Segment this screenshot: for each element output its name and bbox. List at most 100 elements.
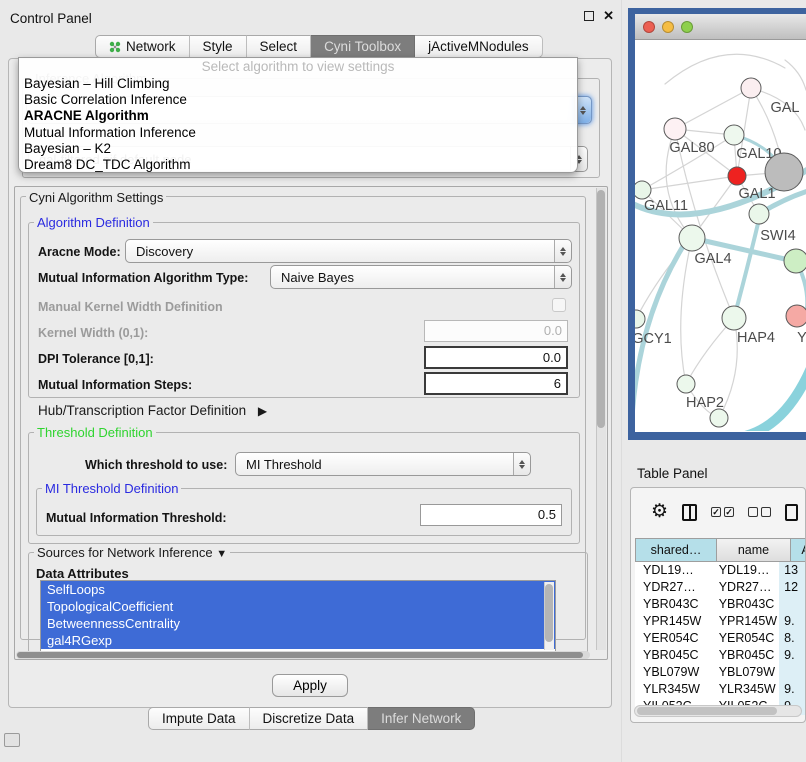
network-edge[interactable] — [785, 60, 806, 90]
float-window-icon[interactable] — [584, 11, 594, 21]
table-cell[interactable]: YER054C — [635, 630, 711, 647]
table-row[interactable]: YDL19…YDL19…13 — [635, 562, 806, 579]
network-node[interactable] — [664, 118, 686, 140]
algorithm-option[interactable]: ARACNE Algorithm — [19, 108, 577, 124]
which-threshold-combo[interactable]: MI Threshold — [235, 452, 531, 476]
table-cell[interactable]: 9. — [779, 647, 806, 664]
table-cell[interactable]: YBR045C — [711, 647, 779, 664]
table-cell[interactable]: 9. — [779, 681, 806, 698]
settings-horizontal-scrollbar-thumb[interactable] — [17, 652, 583, 658]
network-edge[interactable] — [675, 129, 734, 318]
hub-definition-toggle[interactable]: Hub/Transcription Factor Definition ▶ — [38, 403, 267, 418]
close-traffic-light-icon[interactable] — [643, 21, 655, 33]
table-row[interactable]: YBL079WYBL079W — [635, 664, 806, 681]
table-cell[interactable]: YBR045C — [635, 647, 711, 664]
network-node[interactable] — [749, 204, 769, 224]
tab-style[interactable]: Style — [190, 35, 247, 58]
combo-stepper[interactable] — [554, 266, 571, 288]
column-header[interactable]: A — [791, 538, 806, 562]
table-cell[interactable]: YDR27… — [711, 579, 779, 596]
mi-type-combo[interactable]: Naive Bayes — [270, 265, 572, 289]
network-edge[interactable] — [642, 176, 737, 190]
table-cell[interactable]: 9. — [779, 613, 806, 630]
network-node[interactable] — [741, 78, 761, 98]
table-row[interactable]: YLR345WYLR345W9. — [635, 681, 806, 698]
network-window-titlebar[interactable] — [635, 14, 806, 40]
combo-stepper[interactable] — [554, 240, 571, 262]
table-cell[interactable]: YLR345W — [711, 681, 779, 698]
table-cell[interactable]: 12 — [779, 579, 806, 596]
combo-stepper[interactable] — [513, 453, 530, 475]
table-cell[interactable]: YPR145W — [635, 613, 711, 630]
gear-icon[interactable]: ⚙ — [651, 502, 668, 522]
collapsed-panel-icon[interactable] — [4, 733, 20, 747]
table-cell[interactable]: YBL079W — [635, 664, 711, 681]
unchecked-pair-icon[interactable] — [748, 507, 771, 517]
algorithm-option[interactable]: Bayesian – Hill Climbing — [19, 76, 577, 92]
algorithm-option[interactable]: Bayesian – K2 — [19, 141, 577, 157]
checked-pair-icon[interactable]: ✓✓ — [711, 507, 734, 517]
attribute-item[interactable]: BetweennessCentrality — [41, 615, 555, 632]
network-node[interactable] — [786, 305, 806, 327]
table-row[interactable]: YPR145WYPR145W9. — [635, 613, 806, 630]
bottom-tab-infer-network[interactable]: Infer Network — [368, 707, 475, 730]
mi-steps-input[interactable]: 6 — [424, 372, 568, 395]
algorithm-option[interactable]: Mutual Information Inference — [19, 125, 577, 141]
network-edge-thick[interactable] — [735, 368, 806, 431]
network-node[interactable] — [722, 306, 746, 330]
network-edge[interactable] — [665, 54, 785, 84]
column-header[interactable]: shared… — [635, 538, 717, 562]
dpi-tolerance-input[interactable]: 0.0 — [424, 346, 568, 369]
panel-divider[interactable] — [621, 0, 622, 762]
table-cell[interactable]: YDR27… — [635, 579, 711, 596]
table-row[interactable]: YDR27…YDR27…12 — [635, 579, 806, 596]
table-cell[interactable] — [779, 664, 806, 681]
network-canvas[interactable]: GALGAL80GAL10GAL1GAL11SWI4GAL4GCY1HAP4YH… — [635, 40, 806, 431]
manual-kernel-checkbox[interactable] — [552, 298, 566, 312]
attribute-item[interactable]: TopologicalCoefficient — [41, 598, 555, 615]
aracne-mode-combo[interactable]: Discovery — [125, 239, 572, 263]
table-horizontal-scrollbar-thumb[interactable] — [637, 707, 777, 715]
tab-network[interactable]: Network — [95, 35, 190, 58]
attributes-list-scrollbar-thumb[interactable] — [545, 584, 553, 642]
attribute-item[interactable]: SelfLoops — [41, 581, 555, 598]
table-cell[interactable]: 13 — [779, 562, 806, 579]
table-row[interactable]: YBR043CYBR043C — [635, 596, 806, 613]
zoom-traffic-light-icon[interactable] — [681, 21, 693, 33]
tab-jactivemnodules[interactable]: jActiveMNodules — [415, 35, 543, 58]
tab-select[interactable]: Select — [247, 35, 312, 58]
network-node[interactable] — [677, 375, 695, 393]
table-cell[interactable]: YBR043C — [711, 596, 779, 613]
algorithm-option[interactable]: Basic Correlation Inference — [19, 92, 577, 108]
columns-icon[interactable] — [682, 504, 697, 521]
column-header[interactable]: name — [717, 538, 791, 562]
attribute-item[interactable]: gal4RGexp — [41, 632, 555, 649]
minimize-traffic-light-icon[interactable] — [662, 21, 674, 33]
network-node[interactable] — [635, 310, 645, 328]
kernel-width-input[interactable]: 0.0 — [424, 320, 568, 342]
table-cell[interactable]: YDL19… — [635, 562, 711, 579]
table-cell[interactable]: YBR043C — [635, 596, 711, 613]
data-attributes-list[interactable]: SelfLoopsTopologicalCoefficientBetweenne… — [40, 580, 556, 652]
table-cell[interactable]: YBL079W — [711, 664, 779, 681]
network-node[interactable] — [679, 225, 705, 251]
expand-arrow-icon[interactable]: ▶ — [258, 404, 267, 418]
settings-vertical-scrollbar-thumb[interactable] — [597, 190, 605, 428]
network-node[interactable] — [724, 125, 744, 145]
network-edge[interactable] — [681, 238, 692, 384]
apply-button[interactable]: Apply — [272, 674, 348, 697]
collapse-arrow-icon[interactable]: ▼ — [216, 548, 227, 560]
table-cell[interactable] — [779, 596, 806, 613]
network-edge-thick[interactable] — [734, 215, 760, 318]
close-icon[interactable]: ✕ — [603, 11, 614, 21]
table-cell[interactable]: 8. — [779, 630, 806, 647]
table-cell[interactable]: YLR345W — [635, 681, 711, 698]
document-icon[interactable] — [785, 504, 798, 521]
table-row[interactable]: YER054CYER054C8. — [635, 630, 806, 647]
network-edge[interactable] — [675, 88, 751, 129]
bottom-tab-impute-data[interactable]: Impute Data — [148, 707, 250, 730]
network-node[interactable] — [635, 181, 651, 199]
algorithm-option[interactable]: Dream8 DC_TDC Algorithm — [19, 157, 577, 173]
table-cell[interactable]: YPR145W — [711, 613, 779, 630]
table-cell[interactable]: YER054C — [711, 630, 779, 647]
